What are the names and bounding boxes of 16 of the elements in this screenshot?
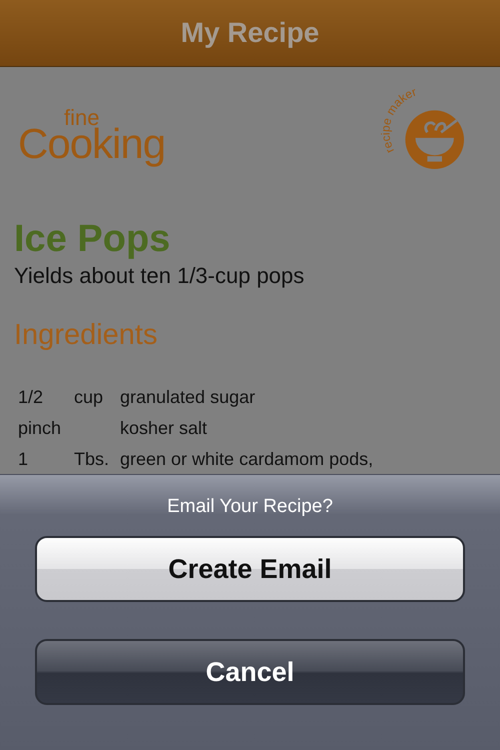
ingredient-unit: cup bbox=[74, 386, 104, 409]
ingredient-name: granulated sugar bbox=[120, 386, 256, 409]
create-email-button[interactable]: Create Email bbox=[35, 536, 465, 602]
ingredient-quantity: 1/2 bbox=[18, 386, 44, 409]
ingredient-unit: Tbs. bbox=[74, 448, 110, 471]
ingredient-name: green or white cardamom pods, bbox=[120, 448, 374, 471]
cancel-button[interactable]: Cancel bbox=[35, 639, 465, 705]
ingredient-name: kosher salt bbox=[120, 417, 208, 440]
ingredient-quantity: 1 bbox=[18, 448, 30, 471]
action-sheet-title: Email Your Recipe? bbox=[167, 496, 333, 518]
section-heading: Ingredients bbox=[14, 319, 158, 352]
screen-title: My Recipe bbox=[180, 17, 320, 49]
recipe-yield: Yields about ten 1/3-cup pops bbox=[14, 263, 306, 289]
ingredient-quantity: pinch bbox=[18, 417, 62, 440]
logo-text: fine bbox=[64, 107, 100, 129]
recipe-title: Ice Pops bbox=[14, 217, 172, 261]
